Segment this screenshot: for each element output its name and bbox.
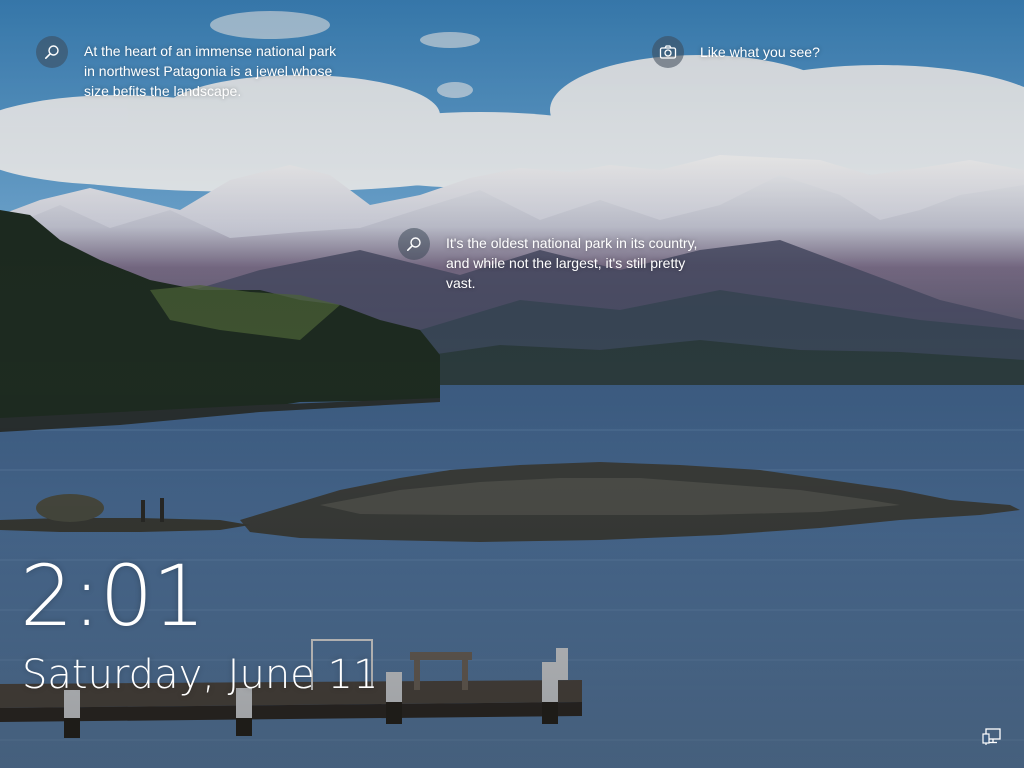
spotlight-hotspot-oldest-park[interactable]: It's the oldest national park in its cou… <box>398 228 736 293</box>
spotlight-caption[interactable]: At the heart of an immense national park… <box>84 41 374 101</box>
spotlight-hotspot-heart-of-park[interactable]: At the heart of an immense national park… <box>36 36 374 101</box>
like-what-you-see-button[interactable]: Like what you see? <box>652 36 820 68</box>
like-what-you-see-label[interactable]: Like what you see? <box>700 42 820 62</box>
search-icon[interactable] <box>398 228 430 260</box>
network-wired-icon[interactable] <box>982 728 1002 746</box>
lock-screen-date: Saturday, June 11 <box>22 652 379 698</box>
spotlight-caption[interactable]: It's the oldest national park in its cou… <box>446 233 736 293</box>
search-icon[interactable] <box>36 36 68 68</box>
camera-icon[interactable] <box>652 36 684 68</box>
lock-screen[interactable]: At the heart of an immense national park… <box>0 0 1024 768</box>
lock-screen-time: 2:01 <box>20 547 206 645</box>
